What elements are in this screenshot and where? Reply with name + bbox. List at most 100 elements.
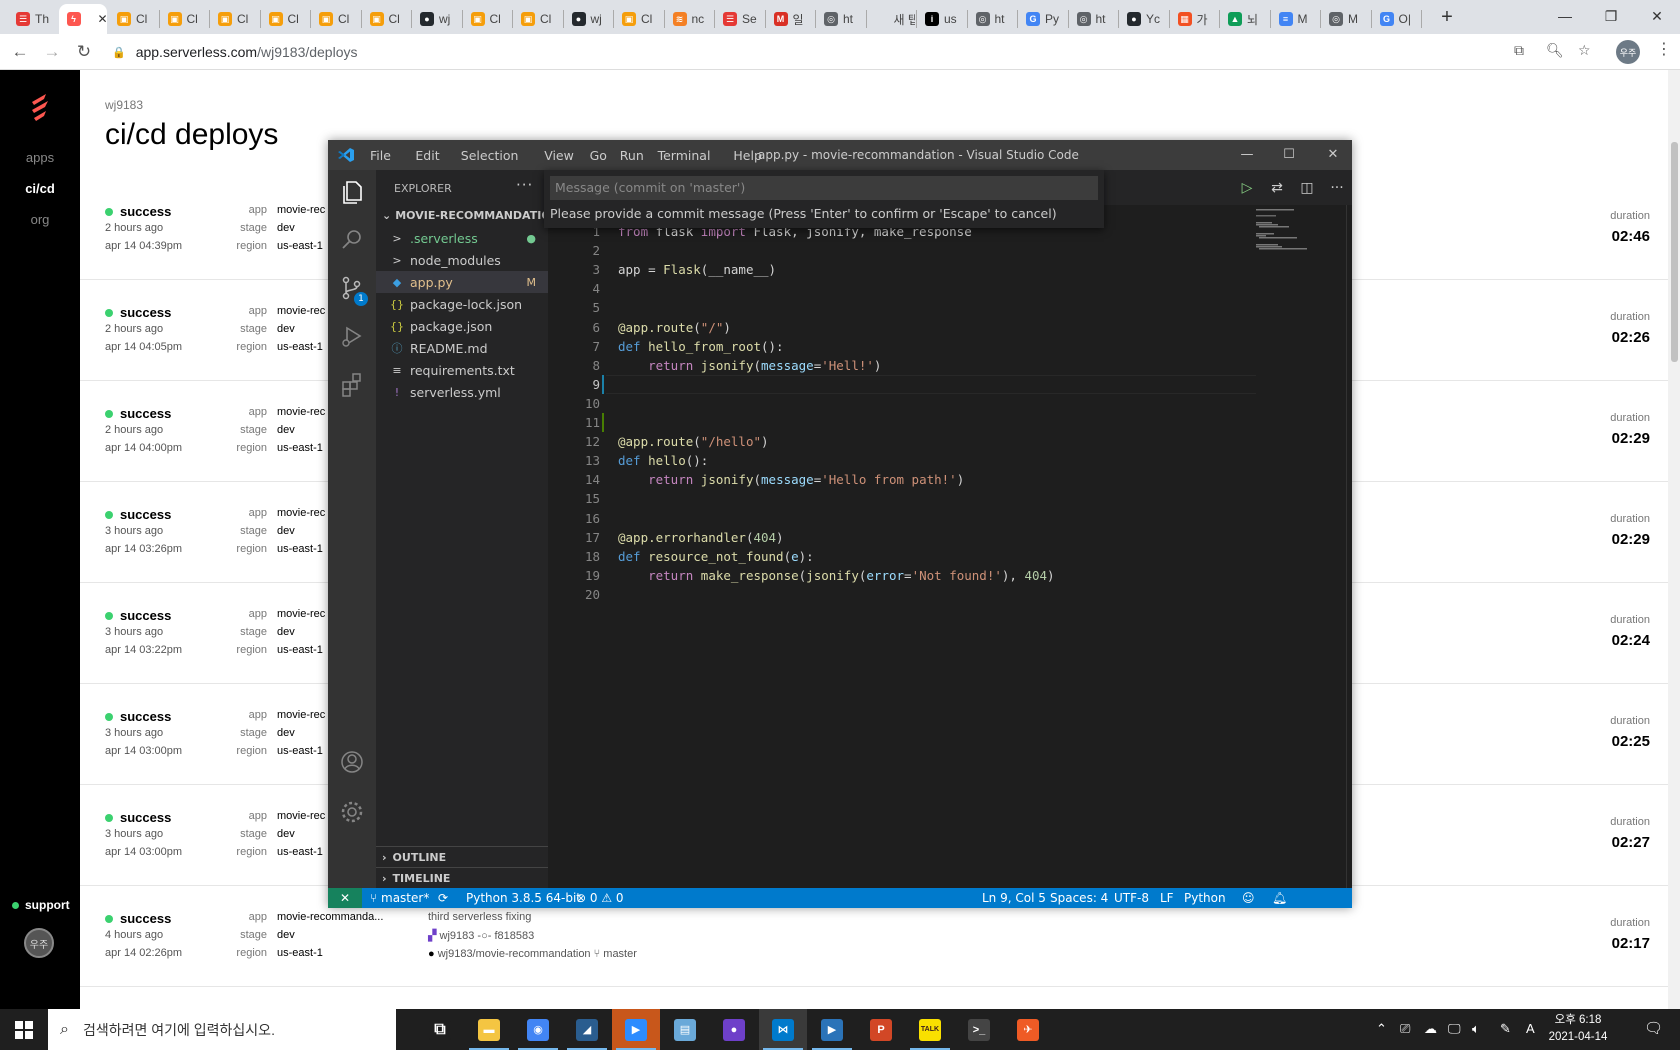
file-item[interactable]: {} package-lock.json (376, 293, 548, 315)
breadcrumb[interactable]: wj9183 (105, 98, 143, 112)
feedback-icon[interactable]: ☺ (1242, 891, 1255, 905)
taskbar-app-postman[interactable]: ✈ (1004, 1009, 1052, 1050)
browser-tab[interactable]: G O| (1372, 4, 1421, 34)
extensions-icon[interactable] (338, 370, 366, 398)
bookmark-star-icon[interactable]: ☆ (1578, 42, 1591, 59)
editor-more-icon[interactable]: ··· (1328, 179, 1346, 197)
taskbar-app-vscode[interactable]: ⋈ (759, 1009, 807, 1050)
browser-tab[interactable]: i us (917, 4, 966, 34)
taskbar-app-chrome[interactable]: ◉ (514, 1009, 562, 1050)
run-debug-icon[interactable] (338, 322, 366, 350)
explorer-icon[interactable] (338, 178, 366, 206)
file-item[interactable]: ! serverless.yml (376, 381, 548, 403)
run-python-icon[interactable]: ▷ (1238, 179, 1256, 197)
remote-indicator[interactable]: ✕ (328, 888, 362, 908)
browser-tab[interactable]: ▣ Cl (160, 4, 209, 34)
forward-button[interactable]: → (40, 40, 64, 64)
sidebar-item-org[interactable]: org (0, 212, 80, 227)
translate-icon[interactable]: ⧉ (1514, 42, 1524, 59)
menu-selection[interactable]: Selection (461, 148, 519, 163)
browser-tab[interactable]: ● wj (564, 4, 613, 34)
python-interpreter[interactable]: Python 3.8.5 64-bit (466, 891, 581, 905)
project-folder-header[interactable]: ⌄ MOVIE-RECOMMANDATION (376, 204, 548, 226)
network-icon[interactable]: 🖵 (1448, 1021, 1461, 1037)
file-item[interactable]: > .serverless ● (376, 227, 548, 249)
line-ending[interactable]: LF (1160, 891, 1174, 905)
timeline-section[interactable]: › TIMELINE (376, 867, 548, 889)
menu-go[interactable]: Go (590, 148, 607, 163)
browser-tab[interactable]: ϟ ✕ (58, 4, 108, 34)
start-button[interactable] (0, 1009, 48, 1050)
taskbar-app-task-view[interactable]: ⧉ (416, 1009, 464, 1050)
browser-tab[interactable]: M일 (766, 4, 815, 34)
browser-tab[interactable]: ≋ nc (665, 4, 714, 34)
browser-tab[interactable]: ▣ Cl (109, 4, 158, 34)
cursor-position[interactable]: Ln 9, Col 5 (982, 891, 1046, 905)
language-mode[interactable]: Python (1184, 891, 1226, 905)
editor-scrollbar[interactable] (1346, 205, 1352, 888)
serverless-logo-icon[interactable] (26, 90, 54, 122)
address-bar[interactable]: 🔒 app.serverless.com/wj9183/deploys (112, 39, 1582, 65)
browser-tab[interactable]: ☰ Th (8, 4, 57, 34)
tab-close-icon[interactable]: ✕ (98, 12, 108, 26)
taskbar-app-powershell[interactable]: ▶ (808, 1009, 856, 1050)
browser-tab[interactable]: ☰ Se (715, 4, 764, 34)
back-button[interactable]: ← (8, 40, 32, 64)
file-item[interactable]: {} package.json (376, 315, 548, 337)
taskbar-search[interactable]: ⌕ 검색하려면 여기에 입력하십시오. (48, 1009, 396, 1050)
show-hidden-icons-icon[interactable]: ⌃ (1376, 1021, 1387, 1037)
menu-view[interactable]: View (544, 148, 574, 163)
encoding[interactable]: UTF-8 (1114, 891, 1149, 905)
support-link[interactable]: support (12, 898, 70, 912)
taskbar-app-powerpoint[interactable]: P (857, 1009, 905, 1050)
problems-indicator[interactable]: ⊗ 0 ⚠ 0 (576, 891, 624, 905)
file-item[interactable]: > node_modules (376, 249, 548, 271)
split-editor-icon[interactable]: ◫ (1298, 179, 1316, 197)
taskbar-app-kakaotalk[interactable]: TALK (906, 1009, 954, 1050)
browser-tab[interactable]: ◎ M (1321, 4, 1370, 34)
menu-terminal[interactable]: Terminal (658, 148, 711, 163)
new-tab-button[interactable]: + (1424, 1, 1470, 33)
browser-tab[interactable]: ≡ M (1271, 4, 1320, 34)
browser-tab[interactable]: ▦ 가 (1170, 4, 1219, 34)
vscode-minimize-button[interactable]: — (1232, 144, 1262, 166)
browser-tab[interactable]: ◎ ht (968, 4, 1017, 34)
file-item[interactable]: ≡ requirements.txt (376, 359, 548, 381)
browser-tab[interactable]: ▲ 뇌 (1220, 4, 1269, 34)
browser-tab[interactable]: ▣ Cl (513, 4, 562, 34)
restore-button[interactable]: ❐ (1588, 0, 1634, 32)
commit-message-input[interactable]: Message (commit on 'master') (550, 176, 1098, 200)
browser-tab[interactable]: 새 탭 (867, 4, 915, 34)
deploy-row[interactable]: success 4 hours ago apr 14 02:26pm app movie… (80, 895, 1677, 987)
taskbar-app-terminal[interactable]: >_ (955, 1009, 1003, 1050)
browser-tab[interactable]: G Py (1018, 4, 1067, 34)
taskbar-app-notepad[interactable]: ▤ (661, 1009, 709, 1050)
browser-tab[interactable]: ▣ Cl (210, 4, 259, 34)
zoom-icon[interactable]: 🔍︎ (1546, 42, 1564, 59)
taskbar-app-github-desktop[interactable]: ● (710, 1009, 758, 1050)
scrollbar-thumb[interactable] (1671, 142, 1678, 362)
browser-tab[interactable]: ▣ Cl (362, 4, 411, 34)
browser-tab[interactable]: ● wj (412, 4, 461, 34)
sync-icon[interactable]: ⟳ (438, 891, 448, 905)
pen-icon[interactable]: ✎ (1500, 1021, 1511, 1037)
explorer-more-icon[interactable]: ··· (516, 176, 533, 194)
account-icon[interactable] (338, 748, 366, 776)
browser-tab[interactable]: ▣ Cl (614, 4, 663, 34)
profile-avatar[interactable]: 우주 (1616, 40, 1640, 64)
browser-tab[interactable]: ▣ Cl (311, 4, 360, 34)
page-scrollbar[interactable] (1668, 70, 1680, 1009)
volume-icon[interactable]: 🔈︎ (1472, 1021, 1480, 1037)
reload-button[interactable]: ↻ (72, 40, 96, 64)
notification-center-icon[interactable]: 🗨︎ (1644, 1019, 1663, 1037)
sidebar-item-apps[interactable]: apps (0, 150, 80, 165)
taskbar-app-zoom[interactable]: ▶ (612, 1009, 660, 1050)
file-item[interactable]: ◆ app.py M (376, 271, 548, 293)
meet-now-icon[interactable]: ⎚ (1400, 1021, 1410, 1037)
user-avatar[interactable]: 우주 (24, 928, 54, 958)
notifications-bell-icon[interactable]: 🔔︎ (1272, 891, 1287, 905)
close-button[interactable]: ✕ (1634, 0, 1680, 32)
sidebar-item-cicd[interactable]: ci/cd (0, 181, 80, 196)
browser-tab[interactable]: ◎ ht (1069, 4, 1118, 34)
menu-run[interactable]: Run (620, 148, 644, 163)
